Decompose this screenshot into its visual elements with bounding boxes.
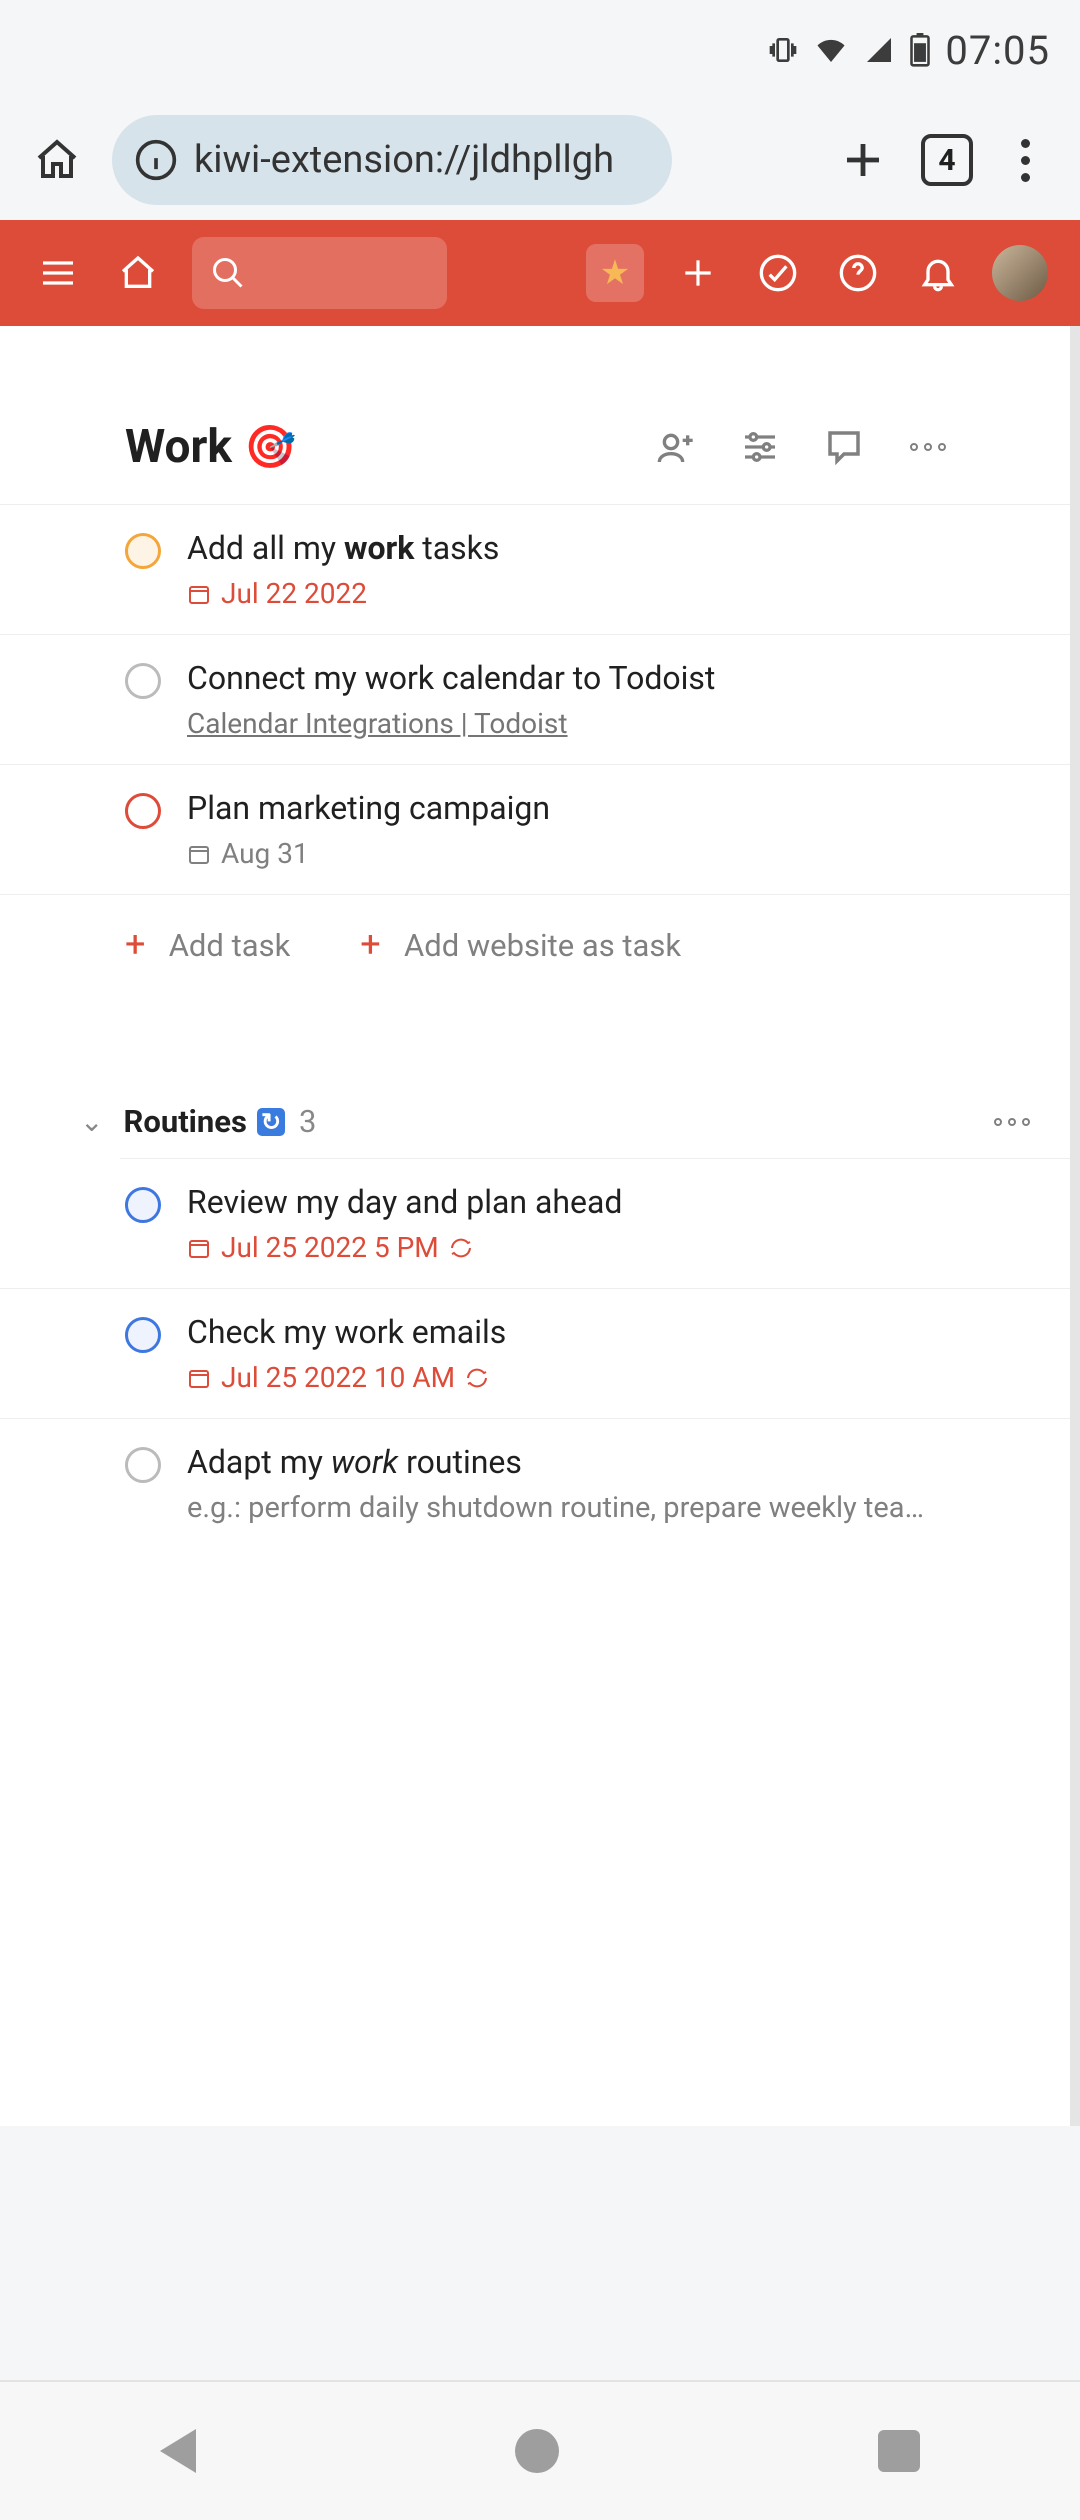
- app-header: ★: [0, 220, 1080, 326]
- task-row[interactable]: Plan marketing campaign Aug 31: [0, 765, 1070, 895]
- task-description: e.g.: perform daily shutdown routine, pr…: [187, 1491, 924, 1525]
- task-checkbox[interactable]: [125, 1187, 161, 1223]
- nav-back-button[interactable]: [160, 2429, 196, 2473]
- task-row[interactable]: Connect my work calendar to Todoist Cale…: [0, 635, 1070, 765]
- calendar-icon: [187, 582, 211, 606]
- add-task-button[interactable]: + Add task: [125, 923, 290, 965]
- browser-menu-button[interactable]: [1001, 139, 1050, 182]
- task-row[interactable]: Review my day and plan ahead Jul 25 2022…: [0, 1159, 1070, 1289]
- repeat-icon: ↻: [257, 1108, 285, 1136]
- task-checkbox[interactable]: [125, 533, 161, 569]
- section-title: Routines ↻: [123, 1103, 285, 1140]
- calendar-icon: [187, 1236, 211, 1260]
- comments-button[interactable]: [822, 425, 866, 469]
- section-header[interactable]: ⌄ Routines ↻ 3: [0, 993, 1070, 1158]
- recurring-icon: [449, 1236, 473, 1260]
- new-tab-button[interactable]: [833, 136, 893, 184]
- clock-time: 07:05: [945, 27, 1050, 74]
- url-bar[interactable]: kiwi-extension://jldhpllgh: [112, 115, 672, 205]
- task-title: Connect my work calendar to Todoist: [187, 659, 715, 697]
- task-title: Adapt my work routines: [187, 1443, 924, 1481]
- signal-icon: [863, 34, 895, 66]
- favorites-button[interactable]: ★: [586, 244, 644, 302]
- section-more-button[interactable]: [994, 1118, 1030, 1126]
- tab-count: 4: [938, 143, 955, 178]
- add-task-row: + Add task + Add website as task: [0, 895, 1070, 993]
- task-due-date: Jul 25 2022 5 PM: [187, 1231, 622, 1264]
- view-options-button[interactable]: [738, 425, 782, 469]
- task-title: Check my work emails: [187, 1313, 506, 1351]
- chevron-down-icon[interactable]: ⌄: [80, 1105, 103, 1138]
- battery-icon: [909, 33, 931, 67]
- plus-icon: +: [360, 923, 396, 965]
- task-due-date: Jul 25 2022 10 AM: [187, 1361, 506, 1394]
- task-title: Review my day and plan ahead: [187, 1183, 622, 1221]
- site-info-icon[interactable]: [134, 138, 178, 182]
- task-row[interactable]: Adapt my work routines e.g.: perform dai…: [0, 1419, 1070, 1549]
- task-title: Plan marketing campaign: [187, 789, 550, 827]
- url-text: kiwi-extension://jldhpllgh: [194, 138, 614, 182]
- nav-home-button[interactable]: [515, 2429, 559, 2473]
- project-more-button[interactable]: [906, 425, 950, 469]
- app-search-input[interactable]: [192, 237, 447, 309]
- target-icon: 🎯: [244, 423, 296, 472]
- help-icon[interactable]: [832, 247, 884, 299]
- productivity-icon[interactable]: [752, 247, 804, 299]
- task-checkbox[interactable]: [125, 1447, 161, 1483]
- task-row[interactable]: Add all my work tasks Jul 22 2022: [0, 505, 1070, 635]
- add-website-as-task-button[interactable]: + Add website as task: [360, 923, 681, 965]
- project-title: Work 🎯: [125, 420, 296, 474]
- share-button[interactable]: [654, 425, 698, 469]
- wifi-icon: [813, 32, 849, 68]
- nav-recent-button[interactable]: [878, 2430, 920, 2472]
- calendar-icon: [187, 842, 211, 866]
- notifications-icon[interactable]: [912, 247, 964, 299]
- task-link[interactable]: Calendar Integrations | Todoist: [187, 707, 715, 740]
- recurring-icon: [465, 1366, 489, 1390]
- browser-home-button[interactable]: [30, 133, 84, 187]
- project-page: Work 🎯 Add all my work tasks: [0, 326, 1080, 2126]
- browser-toolbar: kiwi-extension://jldhpllgh 4: [0, 100, 1080, 220]
- android-nav-bar: [0, 2380, 1080, 2520]
- vibrate-icon: [767, 34, 799, 66]
- app-home-icon[interactable]: [112, 247, 164, 299]
- plus-icon: +: [125, 923, 161, 965]
- task-due-date: Aug 31: [187, 837, 550, 870]
- task-checkbox[interactable]: [125, 663, 161, 699]
- tab-switcher-button[interactable]: 4: [921, 134, 973, 186]
- task-row[interactable]: Check my work emails Jul 25 2022 10 AM: [0, 1289, 1070, 1419]
- task-checkbox[interactable]: [125, 1317, 161, 1353]
- section-count: 3: [299, 1103, 316, 1140]
- menu-icon[interactable]: [32, 247, 84, 299]
- project-header: Work 🎯: [0, 326, 1070, 505]
- avatar[interactable]: [992, 245, 1048, 301]
- quick-add-button[interactable]: [672, 247, 724, 299]
- task-checkbox[interactable]: [125, 793, 161, 829]
- search-icon: [210, 255, 246, 291]
- task-due-date: Jul 22 2022: [187, 577, 499, 610]
- calendar-icon: [187, 1366, 211, 1390]
- task-title: Add all my work tasks: [187, 529, 499, 567]
- android-status-bar: 07:05: [0, 0, 1080, 100]
- star-icon: ★: [600, 253, 630, 293]
- project-title-text: Work: [125, 420, 232, 474]
